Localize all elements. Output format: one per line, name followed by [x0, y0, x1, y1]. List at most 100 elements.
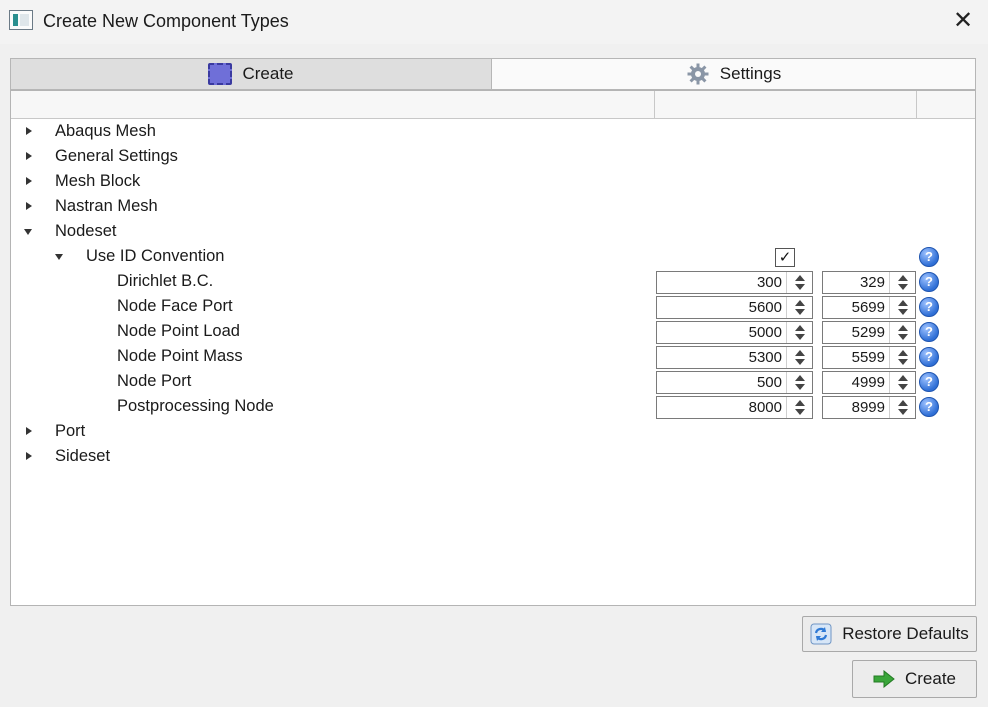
expand-arrow-icon[interactable]	[22, 169, 36, 194]
spinbox-buttons[interactable]	[786, 372, 812, 393]
tree-item-abaqus-mesh[interactable]: Abaqus Mesh	[11, 119, 975, 144]
tree-item-postprocessing-node[interactable]: Postprocessing Node 8000 8999 ?	[11, 394, 975, 419]
spin-up-icon[interactable]	[898, 300, 908, 306]
help-icon[interactable]: ?	[919, 372, 939, 392]
spin-down-icon[interactable]	[898, 409, 908, 415]
spin-down-icon[interactable]	[795, 284, 805, 290]
spin-down-icon[interactable]	[898, 309, 908, 315]
help-icon[interactable]: ?	[919, 272, 939, 292]
tree-item-nodeset[interactable]: Nodeset	[11, 219, 975, 244]
spinbox-buttons[interactable]	[786, 347, 812, 368]
help-icon[interactable]: ?	[919, 247, 939, 267]
component-tree[interactable]: Abaqus Mesh General Settings Mesh Block …	[10, 90, 976, 606]
expand-arrow-icon[interactable]	[22, 144, 36, 169]
max-id-spinbox[interactable]: 5299	[822, 321, 916, 344]
expand-arrow-icon[interactable]	[22, 419, 36, 444]
tab-bar: Create Settings	[10, 58, 976, 90]
spin-down-icon[interactable]	[898, 284, 908, 290]
spinbox-buttons[interactable]	[889, 397, 915, 418]
spin-down-icon[interactable]	[795, 359, 805, 365]
tree-item-general-settings[interactable]: General Settings	[11, 144, 975, 169]
spin-up-icon[interactable]	[795, 375, 805, 381]
tree-item-node-point-mass[interactable]: Node Point Mass 5300 5599 ?	[11, 344, 975, 369]
min-id-spinbox[interactable]: 5600	[656, 296, 813, 319]
collapse-arrow-icon[interactable]	[22, 219, 36, 244]
header-column-name[interactable]	[11, 91, 655, 119]
spin-down-icon[interactable]	[898, 359, 908, 365]
tree-item-label: Node Point Mass	[117, 347, 243, 365]
use-id-convention-checkbox[interactable]: ✓	[775, 248, 795, 267]
spin-down-icon[interactable]	[795, 384, 805, 390]
close-button[interactable]: ✕	[946, 4, 980, 38]
restore-defaults-label: Restore Defaults	[842, 624, 969, 643]
spin-down-icon[interactable]	[795, 334, 805, 340]
max-id-spinbox[interactable]: 329	[822, 271, 916, 294]
spin-up-icon[interactable]	[898, 375, 908, 381]
tree-item-node-face-port[interactable]: Node Face Port 5600 5699 ?	[11, 294, 975, 319]
max-id-spinbox[interactable]: 8999	[822, 396, 916, 419]
header-column-extra[interactable]	[917, 91, 975, 119]
spin-up-icon[interactable]	[795, 275, 805, 281]
spin-up-icon[interactable]	[898, 325, 908, 331]
spin-up-icon[interactable]	[795, 325, 805, 331]
spinbox-buttons[interactable]	[786, 272, 812, 293]
spin-down-icon[interactable]	[898, 384, 908, 390]
min-id-spinbox[interactable]: 5000	[656, 321, 813, 344]
restore-defaults-button[interactable]: Restore Defaults	[802, 616, 977, 652]
spin-up-icon[interactable]	[898, 275, 908, 281]
help-icon[interactable]: ?	[919, 347, 939, 367]
spin-up-icon[interactable]	[795, 350, 805, 356]
min-id-spinbox[interactable]: 5300	[656, 346, 813, 369]
spin-down-icon[interactable]	[795, 409, 805, 415]
spinbox-value: 300	[756, 274, 782, 291]
min-id-spinbox[interactable]: 8000	[656, 396, 813, 419]
help-icon[interactable]: ?	[919, 297, 939, 317]
spin-down-icon[interactable]	[795, 309, 805, 315]
tree-item-mesh-block[interactable]: Mesh Block	[11, 169, 975, 194]
help-icon[interactable]: ?	[919, 322, 939, 342]
spinbox-buttons[interactable]	[889, 297, 915, 318]
spin-up-icon[interactable]	[795, 300, 805, 306]
tree-item-sideset[interactable]: Sideset	[11, 444, 975, 469]
max-id-spinbox[interactable]: 5599	[822, 346, 916, 369]
header-column-value[interactable]	[655, 91, 917, 119]
spin-up-icon[interactable]	[898, 350, 908, 356]
tree-header	[11, 91, 975, 119]
tree-item-dirichlet-bc[interactable]: Dirichlet B.C. 300 329 ?	[11, 269, 975, 294]
spinbox-buttons[interactable]	[889, 322, 915, 343]
title-bar: Create New Component Types ✕	[0, 0, 988, 44]
spinbox-buttons[interactable]	[786, 397, 812, 418]
expand-arrow-icon[interactable]	[22, 444, 36, 469]
spin-up-icon[interactable]	[795, 400, 805, 406]
max-id-spinbox[interactable]: 4999	[822, 371, 916, 394]
spinbox-buttons[interactable]	[786, 297, 812, 318]
help-icon[interactable]: ?	[919, 397, 939, 417]
spin-down-icon[interactable]	[898, 334, 908, 340]
spin-up-icon[interactable]	[898, 400, 908, 406]
min-id-spinbox[interactable]: 300	[656, 271, 813, 294]
spinbox-buttons[interactable]	[889, 347, 915, 368]
tree-item-node-point-load[interactable]: Node Point Load 5000 5299 ?	[11, 319, 975, 344]
spinbox-value: 8000	[748, 399, 782, 416]
tab-create[interactable]: Create	[10, 58, 492, 90]
tab-settings-label: Settings	[719, 64, 782, 83]
tree-item-node-port[interactable]: Node Port 500 4999 ?	[11, 369, 975, 394]
tree-item-label: Dirichlet B.C.	[117, 272, 214, 290]
spinbox-value: 5000	[748, 324, 782, 341]
spinbox-buttons[interactable]	[889, 372, 915, 393]
create-button[interactable]: Create	[852, 660, 977, 698]
expand-arrow-icon[interactable]	[22, 119, 36, 144]
tree-item-label: Abaqus Mesh	[55, 122, 156, 140]
tab-settings[interactable]: Settings	[492, 58, 976, 90]
tree-item-nastran-mesh[interactable]: Nastran Mesh	[11, 194, 975, 219]
spinbox-buttons[interactable]	[786, 322, 812, 343]
tree-item-label: Node Face Port	[117, 297, 233, 315]
tree-item-port[interactable]: Port	[11, 419, 975, 444]
max-id-spinbox[interactable]: 5699	[822, 296, 916, 319]
spinbox-buttons[interactable]	[889, 272, 915, 293]
tree-item-label: Port	[55, 422, 86, 440]
expand-arrow-icon[interactable]	[22, 194, 36, 219]
min-id-spinbox[interactable]: 500	[656, 371, 813, 394]
collapse-arrow-icon[interactable]	[53, 244, 67, 269]
tree-item-use-id-convention[interactable]: Use ID Convention ✓ ?	[11, 244, 975, 269]
